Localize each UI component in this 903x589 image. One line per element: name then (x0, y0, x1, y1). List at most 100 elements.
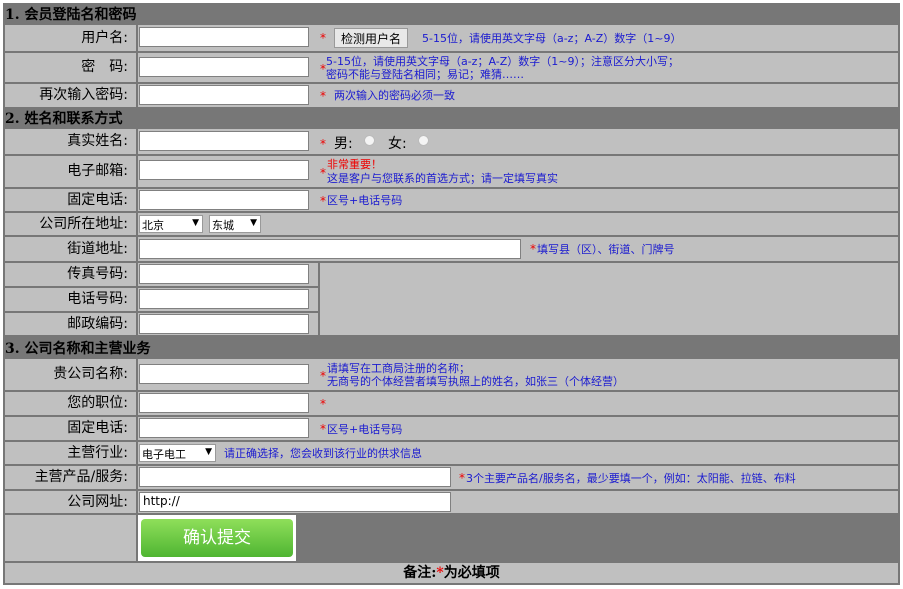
password2-value-cell: * 两次输入的密码必须一致 (138, 84, 898, 107)
email-label-cell: 电子邮箱: (5, 156, 136, 187)
required-star: * (320, 422, 326, 436)
phone2-input[interactable] (139, 418, 309, 438)
city-select[interactable]: 北京 ▼ (139, 215, 203, 233)
required-star: * (320, 137, 326, 151)
password2-label-cell: 再次输入密码: (5, 84, 136, 107)
merged-empty-cell (320, 263, 898, 335)
section-header-3: 3. 公司名称和主营业务 (3, 337, 900, 359)
phone2-label-cell: 固定电话: (5, 417, 136, 440)
industry-label: 主营行业: (67, 445, 128, 461)
street-value-cell: * 填写县（区）、街道、门牌号 (138, 237, 898, 261)
industry-label-cell: 主营行业: (5, 442, 136, 464)
email-hint-important: 非常重要！ (327, 158, 382, 171)
realname-value-cell: * 男: 女: (138, 129, 898, 154)
password2-label: 再次输入密码: (39, 87, 128, 103)
products-input[interactable] (139, 467, 451, 487)
realname-label: 真实姓名: (67, 133, 128, 149)
street-input[interactable] (139, 239, 521, 259)
section-header-2: 2. 姓名和联系方式 (3, 107, 900, 129)
phone-value-cell: * 区号+电话号码 (138, 189, 898, 211)
zip-label-cell: 邮政编码: (5, 313, 136, 335)
products-label-cell: 主营产品/服务: (5, 466, 136, 489)
industry-select[interactable]: 电子电工 ▼ (139, 444, 216, 462)
gender-female-radio[interactable] (418, 135, 429, 146)
password-hint-1: 5-15位，请使用英文字母（a-z；A-Z）数字（1~9）；注意区分大小写； (326, 55, 679, 68)
required-star: * (320, 31, 326, 45)
chevron-down-icon: ▼ (250, 218, 257, 228)
password2-hint: 两次输入的密码必须一致 (334, 89, 455, 102)
company-label-cell: 贵公司名称: (5, 359, 136, 390)
email-hint: 这是客户与您联系的首选方式；请一定填写真实 (327, 172, 558, 185)
password-confirm-input[interactable] (139, 85, 309, 105)
fax-label: 传真号码: (67, 266, 128, 282)
region-label: 公司所在地址: (39, 216, 128, 232)
fax-input[interactable] (139, 264, 309, 284)
registration-form: 1. 会员登陆名和密码 用户名: * 检测用户名 5-15位，请使用英文字母（a… (3, 3, 900, 585)
website-label-cell: 公司网址: (5, 491, 136, 513)
section-header-1: 1. 会员登陆名和密码 (3, 3, 900, 25)
required-star: * (459, 471, 465, 485)
zip-label: 邮政编码: (67, 316, 128, 332)
district-select[interactable]: 东城 ▼ (209, 215, 261, 233)
email-input[interactable] (139, 160, 309, 180)
required-star: * (320, 397, 326, 411)
submit-label-cell (5, 515, 136, 561)
products-label: 主营产品/服务: (34, 469, 128, 485)
required-star: * (320, 89, 326, 103)
username-label-cell: 用户名: (5, 25, 136, 51)
chevron-down-icon: ▼ (192, 218, 199, 228)
check-username-button[interactable]: 检测用户名 (334, 28, 409, 48)
position-label: 您的职位: (67, 395, 128, 411)
phone2-value-cell: * 区号+电话号码 (138, 417, 898, 440)
company-value-cell: * 请填写在工商局注册的名称； 无商号的个体经营者填写执照上的姓名，如张三（个体… (138, 359, 898, 390)
required-star: * (320, 166, 326, 180)
realname-label-cell: 真实姓名: (5, 129, 136, 154)
tel-label: 电话号码: (67, 291, 128, 307)
gender-male-label: 男: (334, 136, 353, 152)
gender-male-radio[interactable] (364, 135, 375, 146)
required-star: * (530, 242, 536, 256)
position-input[interactable] (139, 393, 309, 413)
password-input[interactable] (139, 57, 309, 77)
footer-prefix: 备注: (403, 565, 437, 581)
footer-suffix: 为必填项 (443, 565, 500, 581)
password-value-cell: * 5-15位，请使用英文字母（a-z；A-Z）数字（1~9）；注意区分大小写；… (138, 53, 898, 82)
company-hint-1: 请填写在工商局注册的名称； (327, 362, 470, 375)
username-input[interactable] (139, 27, 309, 47)
section-title: 1. 会员登陆名和密码 (5, 7, 137, 23)
required-star: * (320, 369, 326, 383)
products-value-cell: * 3个主要产品名/服务名，最少要填一个，例如：太阳能、拉链、布料 (138, 466, 898, 489)
industry-value: 电子电工 (142, 448, 186, 461)
submit-cell: 确认提交 (138, 515, 296, 561)
password-hint-2: 密码不能与登陆名相同；易记；难猜…… (326, 68, 524, 81)
phone-input[interactable] (139, 190, 309, 210)
company-label: 贵公司名称: (53, 366, 128, 382)
footer-note: 备注:*为必填项 (5, 563, 898, 583)
username-value-cell: * 检测用户名 5-15位，请使用英文字母（a-z；A-Z）数字（1~9） (138, 25, 898, 51)
password-label: 密 码: (81, 59, 128, 75)
gender-female-label: 女: (388, 136, 407, 152)
industry-hint: 请正确选择，您会收到该行业的供求信息 (224, 447, 422, 460)
phone-hint: 区号+电话号码 (327, 194, 403, 207)
tel-input[interactable] (139, 289, 309, 309)
street-hint: 填写县（区）、街道、门牌号 (537, 243, 675, 256)
chevron-down-icon: ▼ (205, 447, 212, 457)
section-title: 3. 公司名称和主营业务 (5, 341, 151, 357)
company-hint-2: 无商号的个体经营者填写执照上的姓名，如张三（个体经营） (327, 375, 624, 388)
required-star: * (436, 565, 444, 581)
position-value-cell: * (138, 392, 898, 415)
email-label: 电子邮箱: (67, 163, 128, 179)
fax-label-cell: 传真号码: (5, 263, 136, 286)
website-input[interactable]: http:// (139, 492, 451, 512)
realname-input[interactable] (139, 131, 309, 151)
fax-value-cell (138, 263, 318, 286)
email-value-cell: * 非常重要！ 这是客户与您联系的首选方式；请一定填写真实 (138, 156, 898, 187)
company-input[interactable] (139, 364, 309, 384)
phone2-label: 固定电话: (67, 420, 128, 436)
zip-input[interactable] (139, 314, 309, 334)
username-label: 用户名: (81, 30, 128, 46)
username-hint: 5-15位，请使用英文字母（a-z；A-Z）数字（1~9） (422, 32, 682, 45)
street-label: 街道地址: (67, 241, 128, 257)
tel-label-cell: 电话号码: (5, 288, 136, 311)
submit-button[interactable]: 确认提交 (141, 519, 293, 557)
